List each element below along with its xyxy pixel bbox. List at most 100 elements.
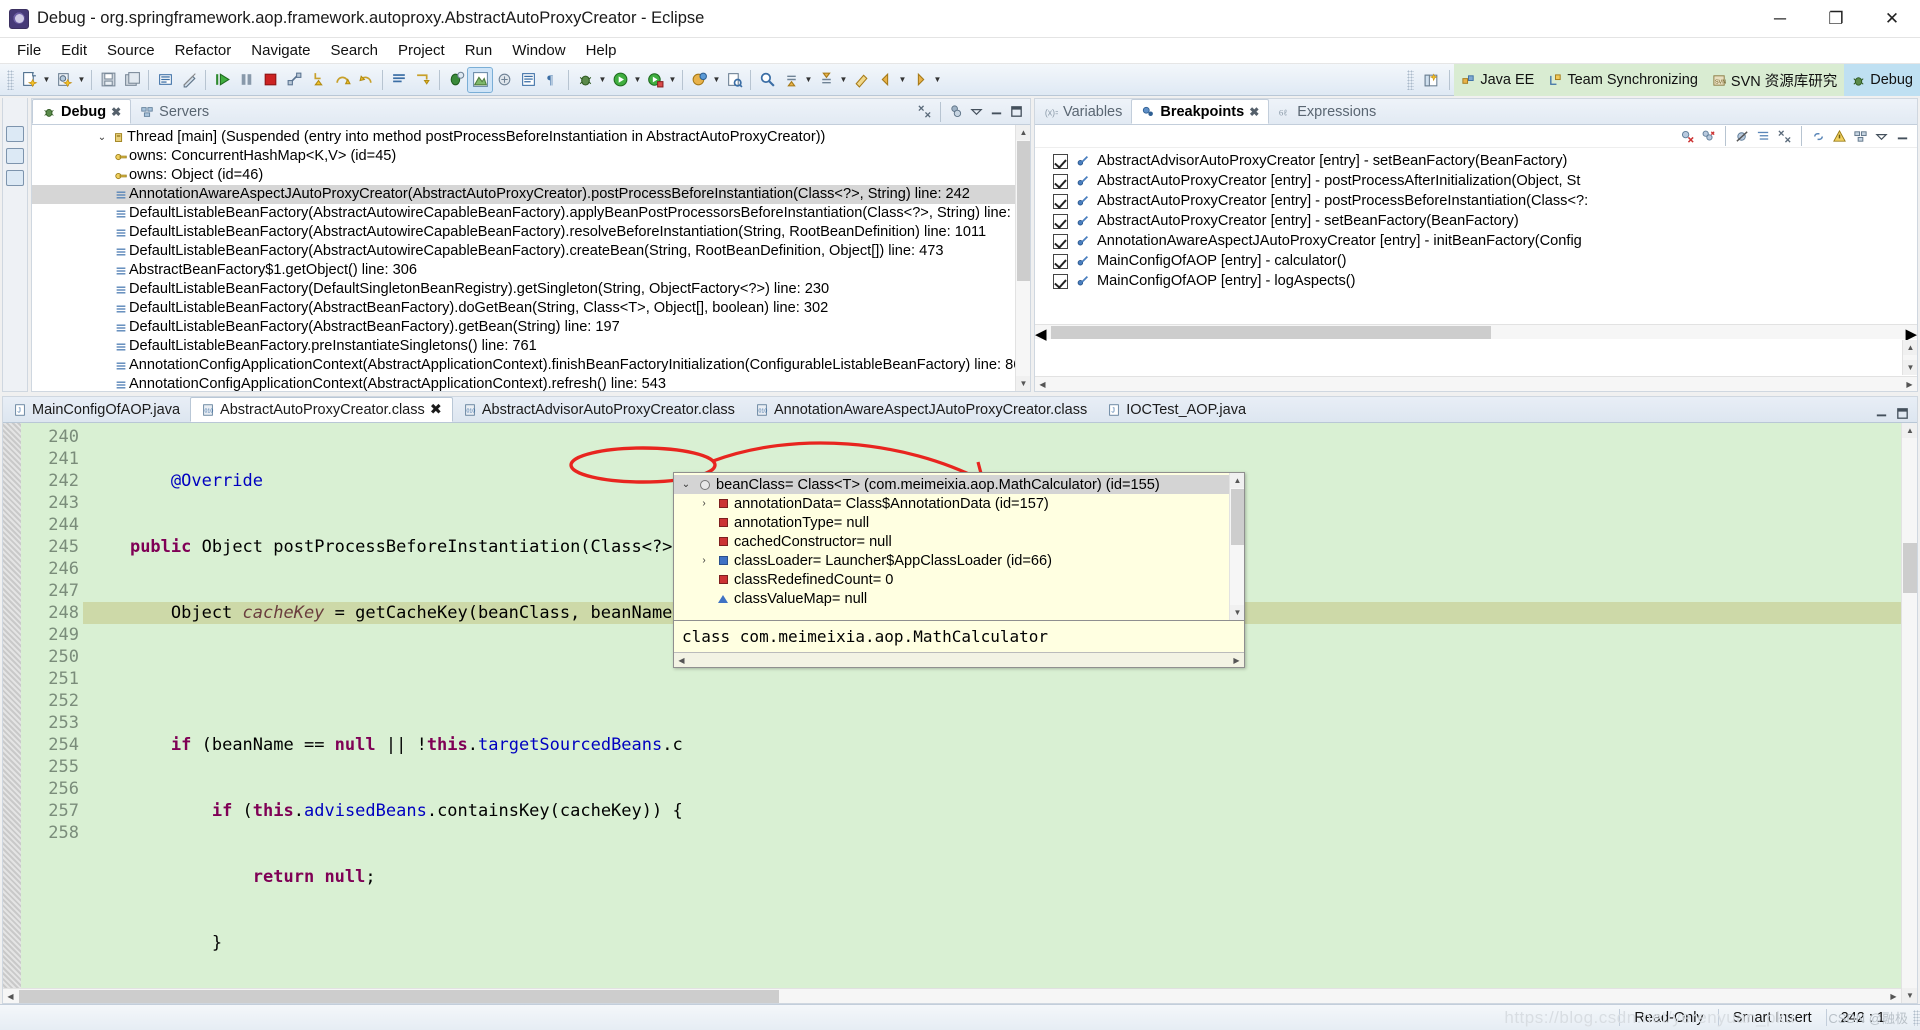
menu-file[interactable]: File bbox=[8, 40, 50, 61]
breakpoint-checkbox[interactable] bbox=[1053, 174, 1068, 189]
next-annotation-icon[interactable] bbox=[779, 68, 803, 92]
chevron-down-icon[interactable]: ⌄ bbox=[94, 128, 110, 147]
stack-frame-row[interactable]: DefaultListableBeanFactory(AbstractBeanF… bbox=[32, 299, 1030, 318]
stack-frame-row[interactable]: AnnotationConfigApplicationContext(Abstr… bbox=[32, 375, 1030, 391]
new-wizard-icon[interactable] bbox=[17, 68, 41, 92]
scroll-down-icon[interactable]: ▼ bbox=[1902, 988, 1917, 1003]
paragraph-mark-icon[interactable]: ¶ bbox=[540, 68, 564, 92]
view-menu-extra-icon[interactable] bbox=[948, 103, 965, 120]
add-java-exception-breakpoint-icon[interactable] bbox=[1831, 128, 1848, 145]
maximize-button[interactable]: ❐ bbox=[1808, 0, 1864, 37]
menu-run[interactable]: Run bbox=[456, 40, 502, 61]
step-over-icon[interactable] bbox=[330, 68, 354, 92]
step-into-icon[interactable] bbox=[306, 68, 330, 92]
close-icon[interactable]: ✖ bbox=[1249, 105, 1259, 119]
scroll-thumb[interactable] bbox=[1231, 489, 1244, 545]
breakpoint-checkbox[interactable] bbox=[1053, 154, 1068, 169]
toolbar-grip[interactable] bbox=[7, 70, 14, 90]
stack-frame-row[interactable]: DefaultListableBeanFactory(DefaultSingle… bbox=[32, 280, 1030, 299]
menu-project[interactable]: Project bbox=[389, 40, 454, 61]
collapse-all-icon[interactable] bbox=[916, 103, 933, 120]
scroll-right-icon[interactable]: ▶ bbox=[1229, 653, 1244, 668]
code-editor[interactable]: 240 241 242 243 244 245 246 247 248 249 … bbox=[3, 423, 1917, 1003]
disconnect-icon[interactable] bbox=[282, 68, 306, 92]
outline-view-icon[interactable] bbox=[6, 170, 24, 186]
open-console-icon[interactable] bbox=[516, 68, 540, 92]
resume-icon[interactable] bbox=[210, 68, 234, 92]
chevron-down-icon[interactable]: ⌄ bbox=[678, 479, 694, 490]
tooltip-variable-tree[interactable]: ⌄ beanClass= Class<T> (com.meimeixia.aop… bbox=[674, 473, 1244, 620]
minimize-editor-icon[interactable] bbox=[1873, 405, 1890, 422]
stack-frame-row[interactable]: DefaultListableBeanFactory(AbstractBeanF… bbox=[32, 318, 1030, 337]
breakpoint-row[interactable]: AnnotationAwareAspectJAutoProxyCreator [… bbox=[1035, 231, 1917, 251]
tab-servers[interactable]: Servers bbox=[131, 99, 218, 124]
menu-navigate[interactable]: Navigate bbox=[242, 40, 319, 61]
tab-expressions[interactable]: 6ℓ Expressions bbox=[1269, 99, 1385, 124]
minimize-button[interactable]: ─ bbox=[1752, 0, 1808, 37]
tooltip-vertical-scrollbar[interactable]: ▲ ▼ bbox=[1229, 473, 1244, 620]
breakpoint-checkbox[interactable] bbox=[1053, 194, 1068, 209]
breakpoints-horizontal-scrollbar[interactable]: ◀ ▶ bbox=[1035, 324, 1917, 339]
terminate-icon[interactable] bbox=[258, 68, 282, 92]
run-icon[interactable] bbox=[608, 68, 632, 92]
perspective-grip[interactable] bbox=[1407, 70, 1414, 90]
scroll-down-icon[interactable]: ▼ bbox=[1230, 605, 1244, 620]
editor-tab-annotationawareaspectjautoproxycreator[interactable]: 010 AnnotationAwareAspectJAutoProxyCreat… bbox=[745, 397, 1097, 422]
editor-horizontal-scrollbar[interactable]: ◀ ▶ bbox=[3, 988, 1901, 1003]
menu-refactor[interactable]: Refactor bbox=[166, 40, 241, 61]
breakpoint-row[interactable]: AbstractAdvisorAutoProxyCreator [entry] … bbox=[1035, 151, 1917, 171]
perspective-team-synchronizing[interactable]: Team Synchronizing bbox=[1541, 64, 1705, 96]
chevron-right-icon[interactable]: › bbox=[696, 498, 712, 509]
breakpoint-checkbox[interactable] bbox=[1053, 274, 1068, 289]
external-tools-icon[interactable] bbox=[492, 68, 516, 92]
debug-stack-tree[interactable]: ⌄ Thread [main] (Suspended (entry into m… bbox=[32, 125, 1030, 391]
view-menu-icon[interactable] bbox=[1873, 128, 1890, 145]
restore-view-icon[interactable] bbox=[6, 126, 24, 142]
editor-tab-abstractautoproxycreator[interactable]: 010 AbstractAutoProxyCreator.class ✖ bbox=[190, 397, 453, 422]
skip-breakpoints-icon[interactable] bbox=[1734, 128, 1751, 145]
coverage-dropdown-icon[interactable]: ▼ bbox=[711, 68, 722, 92]
chevron-right-icon[interactable]: › bbox=[696, 555, 712, 566]
link-with-debug-view-icon[interactable] bbox=[1810, 128, 1827, 145]
editor-tab-abstractadvisorautoproxycreator[interactable]: 010 AbstractAdvisorAutoProxyCreator.clas… bbox=[453, 397, 745, 422]
breakpoint-checkbox[interactable] bbox=[1053, 234, 1068, 249]
menu-help[interactable]: Help bbox=[577, 40, 626, 61]
remove-breakpoint-icon[interactable] bbox=[1679, 128, 1696, 145]
debug-dropdown-icon[interactable]: ▼ bbox=[597, 68, 608, 92]
scroll-thumb[interactable] bbox=[1017, 141, 1030, 281]
maximize-editor-icon[interactable] bbox=[1894, 405, 1911, 422]
breakpoint-row[interactable]: AbstractAutoProxyCreator [entry] - setBe… bbox=[1035, 211, 1917, 231]
step-return-icon[interactable] bbox=[354, 68, 378, 92]
minimize-view-icon[interactable] bbox=[988, 103, 1005, 120]
breakpoint-checkbox[interactable] bbox=[1053, 254, 1068, 269]
stack-frame-row[interactable]: DefaultListableBeanFactory.preInstantiat… bbox=[32, 337, 1030, 356]
suspend-icon[interactable] bbox=[234, 68, 258, 92]
minimize-view-icon[interactable] bbox=[1894, 128, 1911, 145]
close-icon[interactable]: ✖ bbox=[111, 105, 121, 119]
drop-to-frame-icon[interactable] bbox=[411, 68, 435, 92]
breakpoints-list[interactable]: AbstractAdvisorAutoProxyCreator [entry] … bbox=[1035, 148, 1917, 391]
stack-frame-row[interactable]: DefaultListableBeanFactory(AbstractAutow… bbox=[32, 223, 1030, 242]
back-dropdown-icon[interactable]: ▼ bbox=[897, 68, 908, 92]
print-icon[interactable] bbox=[153, 68, 177, 92]
stack-frame-row[interactable]: DefaultListableBeanFactory(AbstractAutow… bbox=[32, 242, 1030, 261]
scroll-right-icon[interactable]: ▶ bbox=[1886, 989, 1901, 1003]
debug-bug-icon[interactable] bbox=[573, 68, 597, 92]
breakpoint-row[interactable]: MainConfigOfAOP [entry] - logAspects() bbox=[1035, 271, 1917, 291]
breakpoint-row[interactable]: AbstractAutoProxyCreator [entry] - postP… bbox=[1035, 191, 1917, 211]
breakpoints-group-by-icon[interactable] bbox=[1852, 128, 1869, 145]
scroll-thumb[interactable] bbox=[1051, 326, 1491, 339]
scroll-thumb[interactable] bbox=[19, 990, 779, 1003]
menu-edit[interactable]: Edit bbox=[52, 40, 96, 61]
perspective-svn-repository[interactable]: SVN SVN 资源库研究 bbox=[1705, 64, 1844, 96]
stack-frame-row[interactable]: AbstractBeanFactory$1.getObject() line: … bbox=[32, 261, 1030, 280]
run-last-tool-icon[interactable] bbox=[468, 68, 492, 92]
menu-search[interactable]: Search bbox=[321, 40, 387, 61]
tab-debug[interactable]: Debug ✖ bbox=[32, 99, 131, 124]
debug-launch-icon[interactable] bbox=[444, 68, 468, 92]
tooltip-variable-row[interactable]: cachedConstructor= null bbox=[674, 532, 1244, 551]
scroll-down-icon[interactable]: ▼ bbox=[1903, 360, 1917, 375]
show-view-menu-icon[interactable] bbox=[387, 68, 411, 92]
new-wizard-dropdown-icon[interactable]: ▼ bbox=[41, 68, 52, 92]
scroll-left-icon[interactable]: ◀ bbox=[1035, 325, 1047, 343]
